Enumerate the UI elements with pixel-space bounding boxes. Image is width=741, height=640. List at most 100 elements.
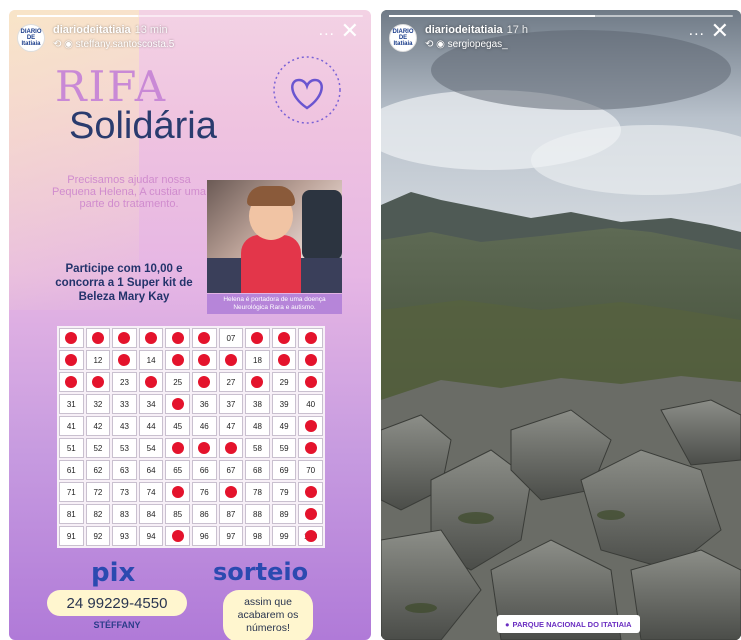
account-name[interactable]: diariodeitatiaia bbox=[53, 24, 131, 36]
raffle-cell: 77 bbox=[218, 482, 244, 502]
account-avatar[interactable]: DIARIO DE Itatiaia bbox=[17, 24, 45, 52]
raffle-number: 39 bbox=[279, 399, 289, 409]
raffle-cell: 39 bbox=[271, 394, 297, 414]
reposted-from-user[interactable]: steffany.santoscosta.5 bbox=[76, 39, 175, 50]
raffle-cell: 19 bbox=[271, 350, 297, 370]
reposted-from-user[interactable]: sergiopegas_ bbox=[448, 39, 508, 50]
pix-label: pix bbox=[91, 558, 136, 588]
raffle-cell: 22 bbox=[85, 372, 111, 392]
account-name-row[interactable]: diariodeitatiaia 17 h bbox=[425, 24, 528, 36]
location-name: PARQUE NACIONAL DO ITATIAIA bbox=[512, 619, 632, 629]
raffle-number: 51 bbox=[66, 443, 76, 453]
raffle-number: 53 bbox=[120, 443, 129, 453]
raffle-number: 43 bbox=[120, 421, 129, 431]
raffle-cell: 03 bbox=[112, 328, 137, 348]
raffle-number: 36 bbox=[199, 399, 209, 409]
raffle-cell: 72 bbox=[85, 482, 111, 502]
raffle-cell: 01 bbox=[59, 328, 84, 348]
raffle-number: 33 bbox=[120, 399, 129, 409]
raffle-cell: 21 bbox=[59, 372, 84, 392]
raffle-number: 87 bbox=[226, 509, 236, 519]
raffle-number: 23 bbox=[120, 377, 129, 387]
raffle-cell: 25 bbox=[165, 372, 190, 392]
raffle-cell: 75 bbox=[165, 482, 190, 502]
story-progress-bar bbox=[389, 15, 733, 17]
repost-row[interactable]: ⟲ ◉ sergiopegas_ bbox=[425, 39, 508, 50]
raffle-number: 72 bbox=[93, 487, 103, 497]
more-options-icon[interactable]: ... bbox=[319, 22, 335, 40]
account-name[interactable]: diariodeitatiaia bbox=[425, 24, 503, 36]
sold-mark bbox=[304, 442, 317, 454]
story-progress-bar bbox=[17, 15, 363, 17]
raffle-cell: 06 bbox=[192, 328, 217, 348]
raffle-cell: 78 bbox=[245, 482, 270, 502]
time-ago: 13 min bbox=[134, 24, 168, 36]
poster-title-solidaria: Solidária bbox=[69, 105, 217, 147]
sold-mark bbox=[145, 332, 158, 344]
sold-mark bbox=[91, 332, 104, 344]
raffle-cell: 82 bbox=[85, 504, 111, 524]
location-sticker[interactable]: ● PARQUE NACIONAL DO ITATIAIA bbox=[497, 615, 640, 633]
raffle-cell: 46 bbox=[192, 416, 217, 436]
avatar-logo-text: DIARIO DE Itatiaia bbox=[392, 29, 414, 47]
raffle-number: 49 bbox=[279, 421, 289, 431]
raffle-cell: 100 bbox=[298, 526, 323, 546]
more-options-icon[interactable]: ... bbox=[689, 22, 705, 40]
sold-mark bbox=[171, 354, 184, 366]
raffle-cell: 23 bbox=[112, 372, 137, 392]
raffle-cell: 86 bbox=[192, 504, 217, 524]
raffle-number: 54 bbox=[146, 443, 156, 453]
raffle-cell: 30 bbox=[298, 372, 323, 392]
raffle-number: 76 bbox=[199, 487, 209, 497]
raffle-cell: 12 bbox=[85, 350, 111, 370]
repost-row[interactable]: ⟲ ◉ steffany.santoscosta.5 bbox=[53, 39, 174, 50]
repost-icon: ⟲ ◉ bbox=[53, 39, 76, 50]
raffle-cell: 08 bbox=[245, 328, 270, 348]
raffle-cell: 38 bbox=[245, 394, 270, 414]
raffle-cell: 32 bbox=[85, 394, 111, 414]
raffle-cell: 44 bbox=[138, 416, 164, 436]
raffle-cell: 52 bbox=[85, 438, 111, 458]
raffle-cell: 31 bbox=[59, 394, 84, 414]
raffle-cell: 92 bbox=[85, 526, 111, 546]
close-icon[interactable]: ✕ bbox=[341, 18, 359, 44]
raffle-number: 97 bbox=[226, 531, 236, 541]
raffle-cell: 04 bbox=[138, 328, 164, 348]
raffle-cell: 07 bbox=[218, 328, 244, 348]
account-avatar[interactable]: DIARIO DE Itatiaia bbox=[389, 24, 417, 52]
sold-mark bbox=[171, 530, 184, 542]
raffle-cell: 97 bbox=[218, 526, 244, 546]
raffle-cell: 24 bbox=[138, 372, 164, 392]
draw-note: assim que acabarem os números! bbox=[223, 590, 313, 640]
story-right[interactable]: DIARIO DE Itatiaia diariodeitatiaia 17 h … bbox=[381, 10, 741, 640]
raffle-number: 98 bbox=[253, 531, 262, 541]
raffle-cell: 51 bbox=[59, 438, 84, 458]
raffle-cell: 42 bbox=[85, 416, 111, 436]
raffle-cell: 85 bbox=[165, 504, 190, 524]
raffle-cell: 74 bbox=[138, 482, 164, 502]
raffle-cell: 14 bbox=[138, 350, 164, 370]
story-left[interactable]: DIARIO DE Itatiaia diariodeitatiaia 13 mi… bbox=[9, 10, 371, 640]
raffle-number: 52 bbox=[93, 443, 103, 453]
sold-mark bbox=[65, 354, 78, 366]
raffle-cell: 17 bbox=[218, 350, 244, 370]
raffle-number: 64 bbox=[146, 465, 156, 475]
sold-mark bbox=[304, 486, 317, 498]
raffle-cell: 94 bbox=[138, 526, 164, 546]
raffle-cell: 53 bbox=[112, 438, 137, 458]
raffle-cell: 11 bbox=[59, 350, 84, 370]
raffle-cell: 65 bbox=[165, 460, 190, 480]
raffle-cell: 81 bbox=[59, 504, 84, 524]
account-name-row[interactable]: diariodeitatiaia 13 min bbox=[53, 24, 168, 36]
raffle-cell: 98 bbox=[245, 526, 270, 546]
sold-mark bbox=[145, 376, 158, 388]
poster-offer: Participe com 10,00 e concorra a 1 Super… bbox=[55, 263, 193, 303]
raffle-number: 91 bbox=[66, 531, 76, 541]
close-icon[interactable]: ✕ bbox=[711, 18, 729, 44]
raffle-cell: 63 bbox=[112, 460, 137, 480]
raffle-number: 45 bbox=[173, 421, 183, 431]
raffle-cell: 80 bbox=[298, 482, 323, 502]
raffle-cell: 59 bbox=[271, 438, 297, 458]
raffle-number: 79 bbox=[279, 487, 289, 497]
sold-mark bbox=[304, 508, 317, 520]
